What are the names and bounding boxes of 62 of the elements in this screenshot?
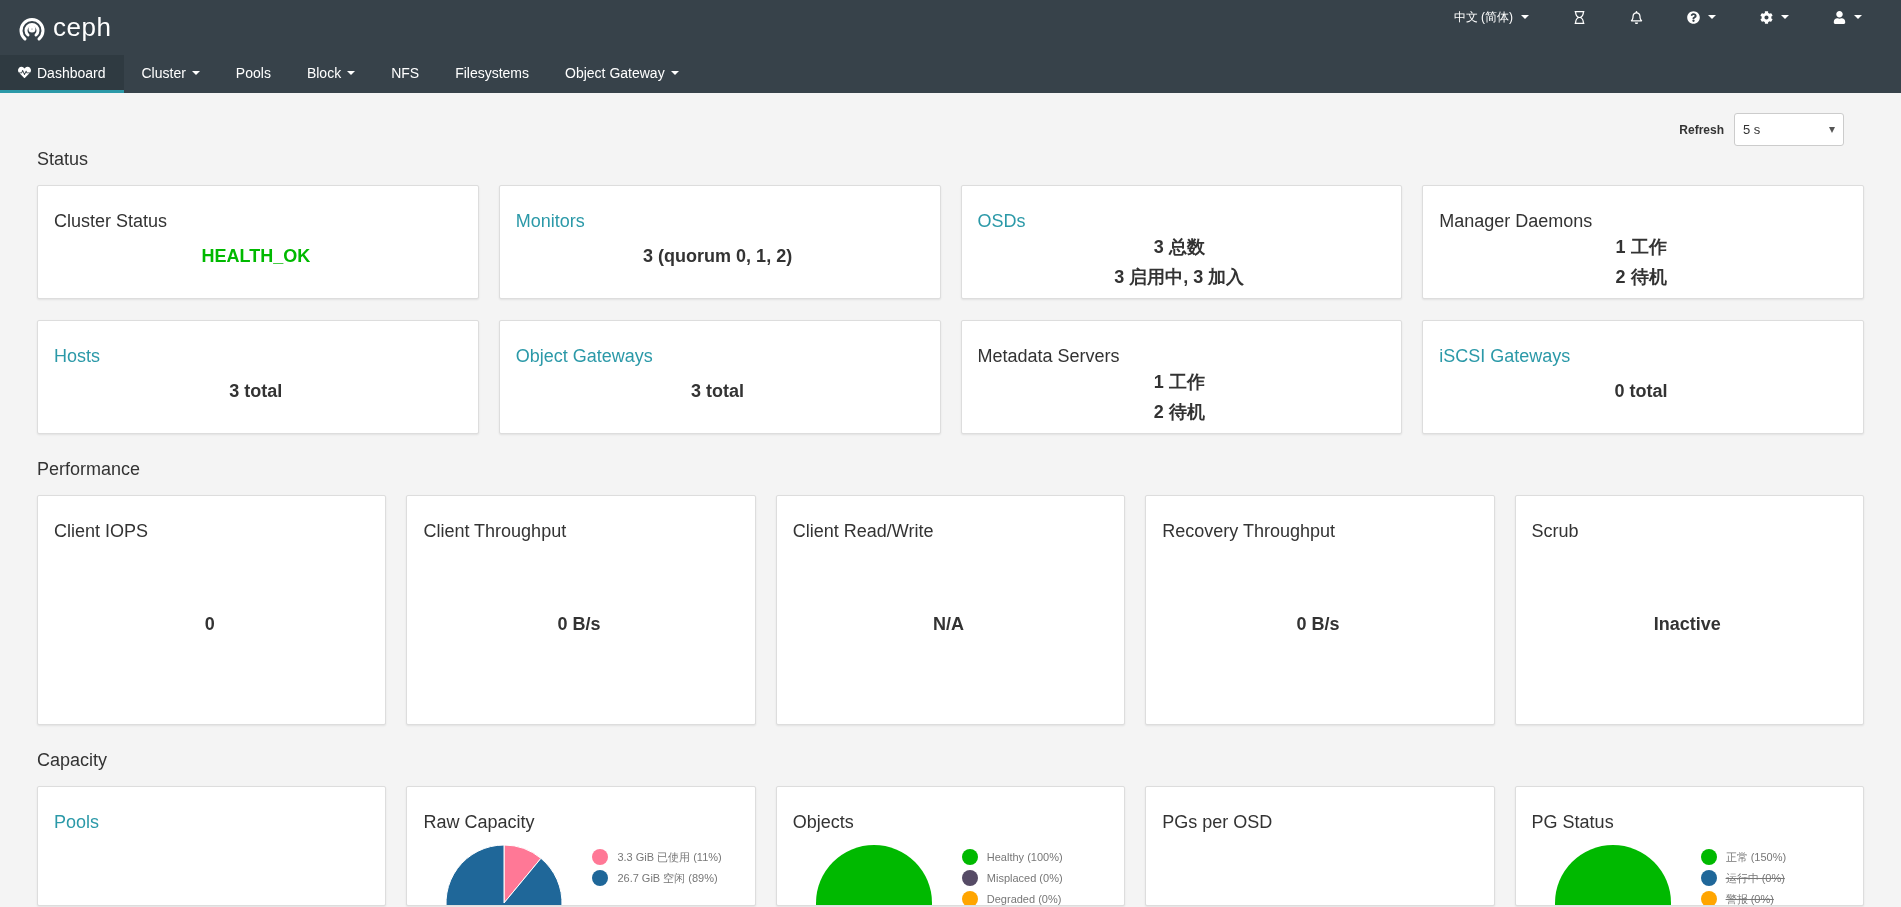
card-value: 1 工作 <box>1153 371 1205 394</box>
card-title-link[interactable]: Pools <box>54 811 100 833</box>
card-value: 1 工作 <box>1615 236 1667 259</box>
card-value: 0 B/s <box>557 613 601 636</box>
settings-icon <box>1760 10 1773 24</box>
user-icon <box>1833 10 1846 24</box>
card-value: 2 待机 <box>1615 266 1667 289</box>
section-heading: Capacity <box>37 749 109 771</box>
card-heading: Cluster Status <box>54 210 168 232</box>
legend-item[interactable]: Misplaced (0%) <box>961 870 1063 886</box>
card-value: 3 总数 <box>1153 236 1205 259</box>
bell-icon <box>1630 10 1643 24</box>
legend-item[interactable]: 运行中 (0%) <box>1700 870 1787 886</box>
brand-name: ceph <box>53 12 112 43</box>
section-heading: Status <box>37 148 90 170</box>
card-value: 3 (quorum 0, 1, 2) <box>643 245 793 268</box>
card-value: 0 total <box>1614 380 1668 403</box>
card-value: 2 待机 <box>1153 401 1205 424</box>
card-heading: PGs per OSD <box>1162 811 1273 833</box>
card-heading: Manager Daemons <box>1439 210 1593 232</box>
card-title-link[interactable]: OSDs <box>977 210 1026 232</box>
section-heading: Performance <box>37 458 142 480</box>
card-title-link[interactable]: iSCSI Gateways <box>1439 345 1571 367</box>
card-value: N/A <box>933 613 964 636</box>
card-heading: Scrub <box>1531 520 1579 542</box>
card-heading: PG Status <box>1531 811 1614 833</box>
card-value: 3 total <box>229 380 283 403</box>
card-title-link[interactable]: Hosts <box>54 345 100 367</box>
card-heading: Client Throughput <box>423 520 567 542</box>
nav-tab[interactable]: Filesystems <box>437 55 548 93</box>
nav-tab[interactable]: Object Gateway <box>547 55 697 93</box>
legend-item[interactable]: 3.3 GiB 已使用 (11%) <box>592 849 722 865</box>
hourglass-icon <box>1573 10 1586 24</box>
nav-tab[interactable]: NFS <box>373 55 438 93</box>
nav-tab[interactable]: Pools <box>217 55 289 93</box>
card-title-link[interactable]: Object Gateways <box>515 345 653 367</box>
help-icon <box>1687 10 1700 24</box>
legend-item[interactable]: 正常 (150%) <box>1700 849 1787 865</box>
card-heading: Objects <box>792 811 854 833</box>
refresh-select[interactable]: 5 s <box>1734 113 1844 146</box>
card-heading: Client IOPS <box>54 520 149 542</box>
nav-tab[interactable]: Cluster <box>123 55 218 93</box>
card-heading: Metadata Servers <box>977 345 1120 367</box>
card-value: 3 启用中, 3 加入 <box>1114 266 1245 289</box>
card-heading: Recovery Throughput <box>1162 520 1335 542</box>
heartbeat-icon <box>18 66 31 79</box>
card-heading: Raw Capacity <box>423 811 535 833</box>
legend-item[interactable]: 警报 (0%) <box>1700 891 1787 905</box>
nav-tab[interactable]: Dashboard <box>0 55 124 93</box>
card-value: 0 B/s <box>1296 613 1340 636</box>
legend-item[interactable]: Degraded (0%) <box>961 891 1063 905</box>
nav-tab[interactable]: Block <box>288 55 374 93</box>
refresh-label: Refresh <box>1679 122 1724 137</box>
card-value: 0 <box>204 613 215 636</box>
card-title-link[interactable]: Monitors <box>515 210 585 232</box>
legend-item[interactable]: Healthy (100%) <box>961 849 1063 865</box>
language-menu[interactable]: 中文 (简体) <box>1431 8 1551 26</box>
card-heading: Client Read/Write <box>792 520 934 542</box>
card-value: Inactive <box>1653 613 1721 636</box>
card-value: 3 total <box>691 380 745 403</box>
card-value: HEALTH_OK <box>201 245 311 268</box>
legend-item[interactable]: 26.7 GiB 空闲 (89%) <box>592 870 722 886</box>
